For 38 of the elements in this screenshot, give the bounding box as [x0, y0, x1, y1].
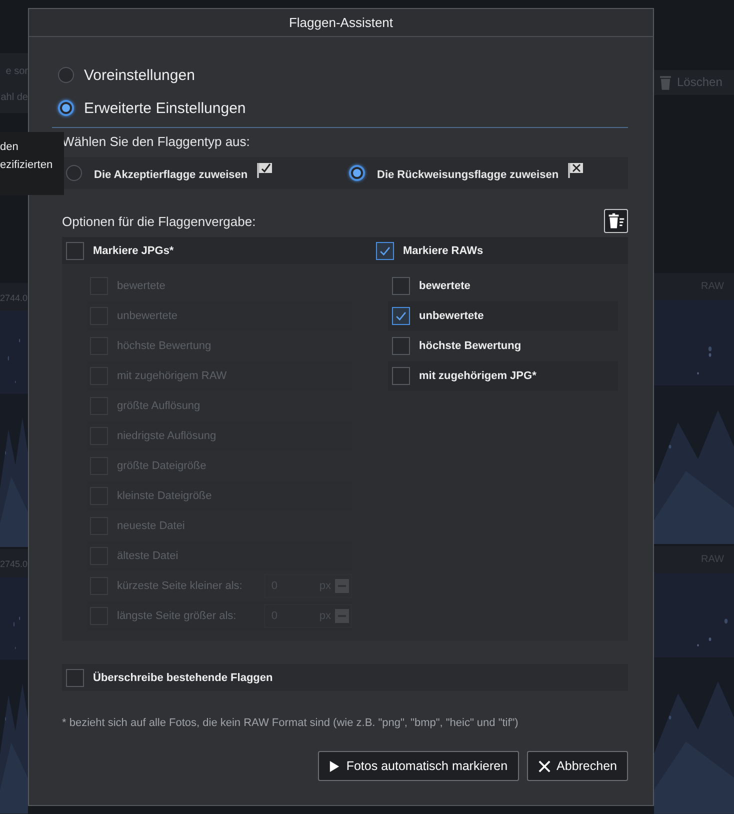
- checkbox[interactable]: [66, 242, 84, 260]
- radio-button[interactable]: [58, 100, 74, 116]
- checkbox-label[interactable]: Markiere JPGs*: [93, 244, 174, 256]
- cancel-button[interactable]: Abbrechen: [526, 751, 628, 781]
- tooltip-text: den: [0, 140, 20, 155]
- checkbox[interactable]: [66, 668, 84, 686]
- checkbox-label[interactable]: unbewertete: [419, 310, 484, 322]
- radio-button[interactable]: [58, 67, 74, 83]
- run-button[interactable]: Fotos automatisch markieren: [318, 751, 519, 781]
- section-heading: Optionen für die Flaggenvergabe:: [62, 214, 256, 228]
- stepper-icon[interactable]: [335, 579, 349, 593]
- radio-button[interactable]: [66, 165, 82, 181]
- radio-label[interactable]: Die Akzeptierflagge zuweisen: [94, 169, 248, 181]
- tooltip-text: ezifizierten: [0, 158, 54, 173]
- flag-cross-icon: [566, 161, 585, 179]
- checked-checkbox[interactable]: [376, 242, 394, 260]
- close-icon: [538, 760, 551, 772]
- checkbox-label[interactable]: bewertete: [419, 280, 470, 292]
- checkbox[interactable]: [392, 337, 410, 355]
- flag-check-icon: [256, 161, 274, 179]
- section-heading: Wählen Sie den Flaggentyp aus:: [62, 134, 251, 149]
- trash-icon: [660, 74, 671, 90]
- dialog-title: Flaggen-Assistent: [288, 15, 394, 30]
- radio-label[interactable]: Die Rückweisungsflagge zuweisen: [377, 169, 559, 181]
- radio-label[interactable]: Voreinstellungen: [84, 66, 195, 84]
- radio-button[interactable]: [349, 165, 365, 181]
- clear-button[interactable]: [604, 209, 628, 233]
- radio-label[interactable]: Erweiterte Einstellungen: [84, 100, 246, 116]
- stepper-icon[interactable]: [335, 609, 349, 623]
- footnote: * bezieht sich auf alle Fotos, die kein RAW Format sind (wie z.B. "png", "bmp", "heic" und "tif"): [62, 717, 520, 729]
- checkbox[interactable]: [392, 277, 410, 295]
- checkbox[interactable]: [392, 367, 410, 385]
- checkbox-label[interactable]: höchste Bewertung: [419, 340, 522, 352]
- checkbox-label[interactable]: Überschreibe bestehende Flaggen: [93, 672, 273, 684]
- play-icon: [329, 760, 340, 772]
- trash-icon: [607, 212, 625, 230]
- checked-checkbox[interactable]: [392, 307, 410, 325]
- checkbox-label[interactable]: Markiere RAWs: [403, 244, 484, 256]
